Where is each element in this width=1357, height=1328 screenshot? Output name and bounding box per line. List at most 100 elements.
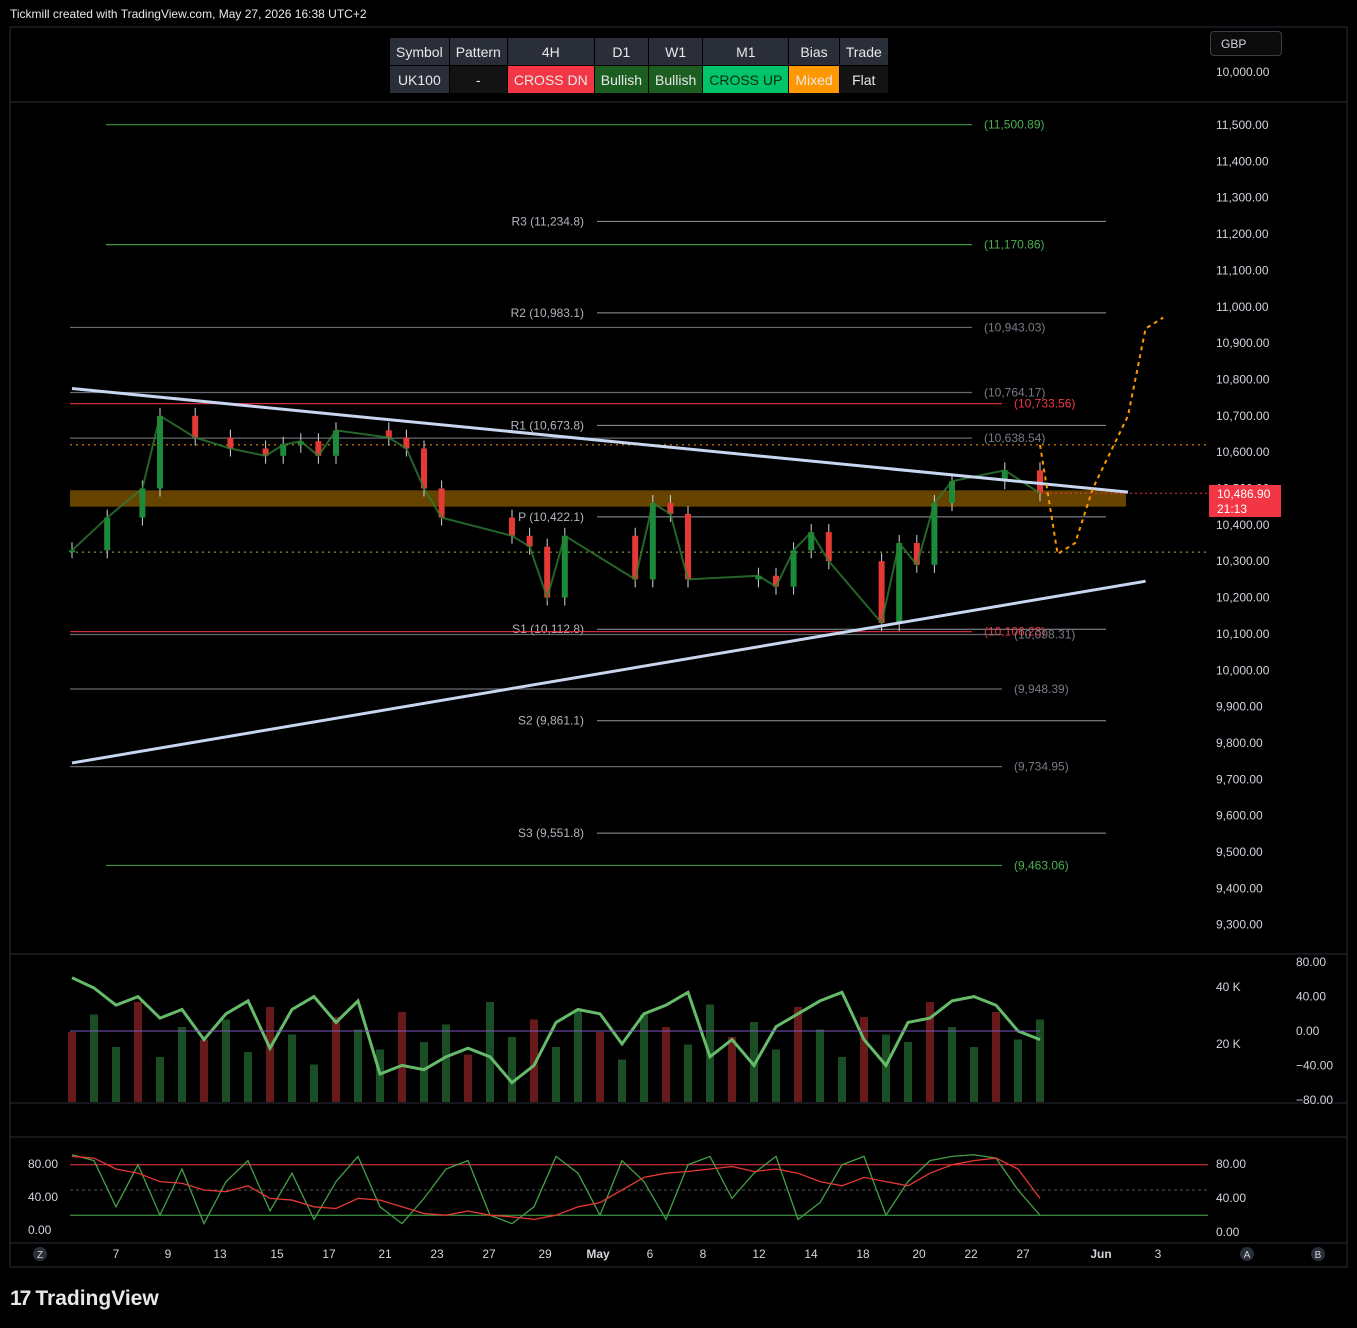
volume-bar [288,1034,296,1102]
resistance-zone [70,490,1126,507]
time-axis-label: 3 [1155,1247,1162,1261]
volume-bar [486,1002,494,1102]
candle-body [139,488,146,518]
volume-axis-label: 20 K [1216,1037,1241,1051]
price-axis-label: 10,100.00 [1216,627,1270,641]
chart-stage: R3 (11,234.8) R2 (10,983.1) R1 (10,673.8) P… [9,26,1348,1268]
status-value-row: UK100 - CROSS DN Bullish Bullish CROSS U… [389,65,889,94]
time-axis-label: 15 [270,1247,284,1261]
status-value-symbol: UK100 [389,65,450,94]
volume-bar [222,1019,230,1102]
volume-bar [882,1034,890,1102]
price-axis-label: 9,400.00 [1216,881,1263,895]
status-value-bias: Mixed [788,65,840,94]
price-axis-label: 10,800.00 [1216,372,1270,386]
status-header-symbol: Symbol [389,37,450,66]
stoch-axis-label-right: 40.00 [1216,1191,1246,1205]
volume-bar [90,1014,98,1102]
price-axis-label: 11,400.00 [1216,154,1269,168]
status-header-w1: W1 [647,37,704,66]
time-axis-label: 13 [213,1247,227,1261]
stoch-axis-label-right: 0.00 [1216,1225,1240,1239]
status-header-bias: Bias [788,37,840,66]
price-axis-label: 10,200.00 [1216,591,1270,605]
volume-bar [574,1009,582,1102]
volume-bar [200,1039,208,1102]
volume-bar [1014,1039,1022,1102]
last-price-tag: 10,486.90 21:13 [1209,485,1281,517]
volume-bar [860,1017,868,1102]
axis-corner-label: B [1315,1250,1322,1261]
oscillator-axis-label: −40.00 [1296,1059,1333,1073]
time-axis-label: May [586,1247,610,1261]
status-value-4h: CROSS DN [506,65,595,94]
oscillator-axis-label: −80.00 [1296,1093,1333,1107]
volume-bar [816,1029,824,1102]
price-axis-label: 10,300.00 [1216,554,1270,568]
tradingview-logo[interactable]: 17 TradingView [10,1287,159,1311]
price-axis-label: 9,600.00 [1216,809,1263,823]
price-axis-label: 9,700.00 [1216,772,1263,786]
price-axis-label: 11,500.00 [1216,118,1269,132]
bar-countdown: 21:13 [1217,502,1248,516]
volume-bar [772,1049,780,1102]
volume-bar [134,1002,142,1102]
volume-bar [310,1064,318,1102]
volume-bar [948,1027,956,1102]
price-axis-label: 10,700.00 [1216,409,1270,423]
tradingview-logo-icon: 17 [10,1287,31,1310]
price-axis-label: 10,000.00 [1216,663,1270,677]
volume-bar [728,1037,736,1102]
status-header-4h: 4H [506,37,595,66]
level-label: (9,734.95) [1014,760,1069,774]
volume-bar [1036,1019,1044,1102]
time-axis-label: 27 [1016,1247,1030,1261]
volume-bar [376,1049,384,1102]
candle-body [192,415,199,438]
level-label: (11,500.89) [984,118,1045,132]
status-value-pattern: - [448,65,508,94]
price-axis-label: 11,200.00 [1216,227,1269,241]
time-axis-label: 29 [538,1247,552,1261]
pivot-label: S3 (9,551.8) [518,826,584,840]
time-axis-label: 14 [804,1247,818,1261]
time-axis-label: 12 [752,1247,766,1261]
candle-body [104,517,111,551]
price-axis-label: 9,900.00 [1216,700,1263,714]
volume-bar [618,1059,626,1102]
volume-bar [354,1029,362,1102]
status-value-m1: CROSS UP [702,65,790,94]
volume-bar [684,1044,692,1102]
pivot-label: R1 (10,673.8) [511,418,584,432]
volume-bar [398,1012,406,1102]
volume-bar [266,1007,274,1102]
time-axis-label: 18 [856,1247,870,1261]
level-label: (10,638.54) [984,431,1045,445]
volume-bar [332,1017,340,1102]
stoch-axis-label-left: 80.00 [28,1157,58,1171]
pivot-label: P (10,422.1) [518,510,584,524]
level-label: (10,943.03) [984,320,1045,334]
status-header-trade: Trade [838,37,889,66]
status-value-d1: Bullish [593,65,649,94]
last-price-value: 10,486.90 [1217,487,1271,501]
chart-frame [9,26,1348,1268]
status-header-d1: D1 [593,37,649,66]
status-value-trade: Flat [838,65,889,94]
volume-bar [596,1032,604,1102]
time-axis-label: 27 [482,1247,496,1261]
volume-axis-label: 40 K [1216,980,1241,994]
level-label: (9,463.06) [1014,858,1069,872]
stoch-axis-label-left: 0.00 [28,1223,52,1237]
oscillator-axis-label: 40.00 [1296,990,1326,1004]
chart-border [9,26,1348,1268]
price-axis-label: 11,300.00 [1216,191,1269,205]
status-table: Symbol Pattern 4H D1 W1 M1 Bias Trade UK… [389,37,889,94]
time-axis-label: 21 [378,1247,392,1261]
volume-bar [112,1047,120,1102]
pivot-label: R3 (11,234.8) [512,214,585,228]
level-label: (10,733.56) [1014,397,1075,411]
volume-bar [992,1012,1000,1102]
status-value-w1: Bullish [647,65,704,94]
currency-selector[interactable]: GBP [1210,31,1282,56]
